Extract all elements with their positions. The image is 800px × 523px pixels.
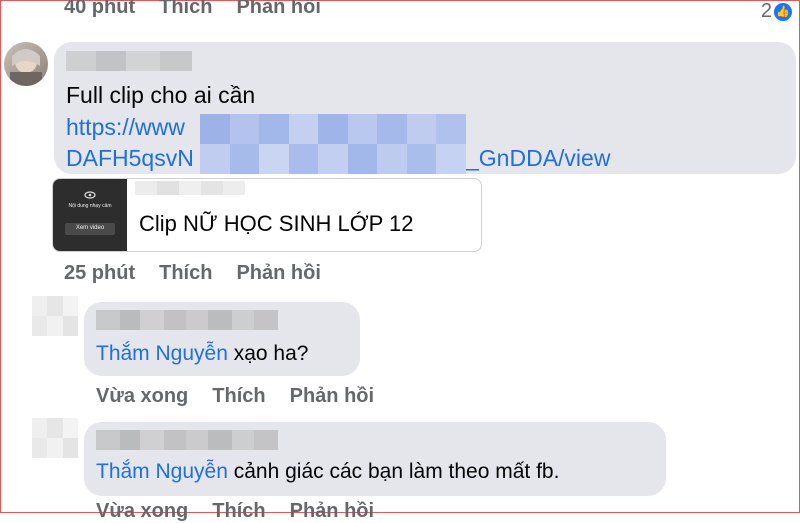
comment-link-line1[interactable]: https://www — [66, 114, 185, 141]
reply-text: Thắm Nguyễn xạo ha? — [96, 342, 308, 366]
link-preview-card[interactable]: Nội dung nhạy cảm Xem video Clip NỮ HỌC … — [52, 178, 482, 252]
blurred-author-name — [96, 430, 278, 450]
blurred-preview-domain — [135, 181, 245, 195]
blurred-avatar[interactable] — [32, 296, 78, 336]
comment-time[interactable]: 25 phút — [64, 262, 135, 285]
comment-link-line2-end[interactable]: _GnDDA/view — [466, 145, 610, 172]
video-thumbnail[interactable]: Nội dung nhạy cảm Xem video — [53, 179, 127, 251]
reply-text: Thắm Nguyễn cảnh giác các bạn làm theo m… — [96, 460, 559, 484]
top-comment-actions: 40 phút Thích Phản hồi — [64, 0, 321, 19]
reply-actions: Vừa xong Thích Phản hồi — [96, 385, 374, 408]
reply-body: cảnh giác các bạn làm theo mất fb. — [227, 460, 560, 483]
blurred-author-name — [96, 310, 278, 330]
comment-actions: 25 phút Thích Phản hồi — [64, 262, 321, 285]
blurred-author-name — [66, 51, 192, 71]
blurred-url-segment — [200, 114, 466, 174]
preview-title[interactable]: Clip NỮ HỌC SINH LỚP 12 — [139, 211, 413, 237]
comment-time[interactable]: 40 phút — [64, 0, 135, 19]
reply-link[interactable]: Phản hồi — [236, 262, 320, 285]
reaction-count: 2 — [760, 0, 772, 22]
comment-link-line2-start[interactable]: DAFH5qsvN — [66, 145, 194, 172]
reply-link[interactable]: Phản hồi — [290, 500, 374, 523]
mention-link[interactable]: Thắm Nguyễn — [96, 460, 228, 483]
like-link[interactable]: Thích — [212, 385, 265, 408]
like-reaction-icon: 👍 — [774, 2, 792, 21]
like-link[interactable]: Thích — [212, 500, 265, 523]
view-video-button[interactable]: Xem video — [65, 225, 115, 231]
avatar[interactable] — [4, 42, 48, 86]
like-link[interactable]: Thích — [159, 0, 212, 19]
reply-bubble: Thắm Nguyễn cảnh giác các bạn làm theo m… — [84, 422, 666, 496]
reply-body: xạo ha? — [227, 342, 309, 365]
reply-link[interactable]: Phản hồi — [236, 0, 320, 19]
comment-text: Full clip cho ai cần — [66, 82, 256, 108]
reply-link[interactable]: Phản hồi — [290, 385, 374, 408]
blurred-avatar[interactable] — [32, 418, 78, 458]
sensitive-content-warning: Nội dung nhạy cảm — [68, 203, 112, 209]
reply-bubble: Thắm Nguyễn xạo ha? — [84, 302, 360, 376]
reaction-summary[interactable]: 2 👍 — [761, 0, 792, 23]
comment-time[interactable]: Vừa xong — [96, 500, 188, 523]
comment-time[interactable]: Vừa xong — [96, 385, 188, 408]
reply-actions: Vừa xong Thích Phản hồi — [96, 500, 374, 523]
comment-bubble: Full clip cho ai cần https://www DAFH5qs… — [54, 42, 796, 174]
mention-link[interactable]: Thắm Nguyễn — [96, 342, 228, 365]
like-link[interactable]: Thích — [159, 262, 212, 285]
